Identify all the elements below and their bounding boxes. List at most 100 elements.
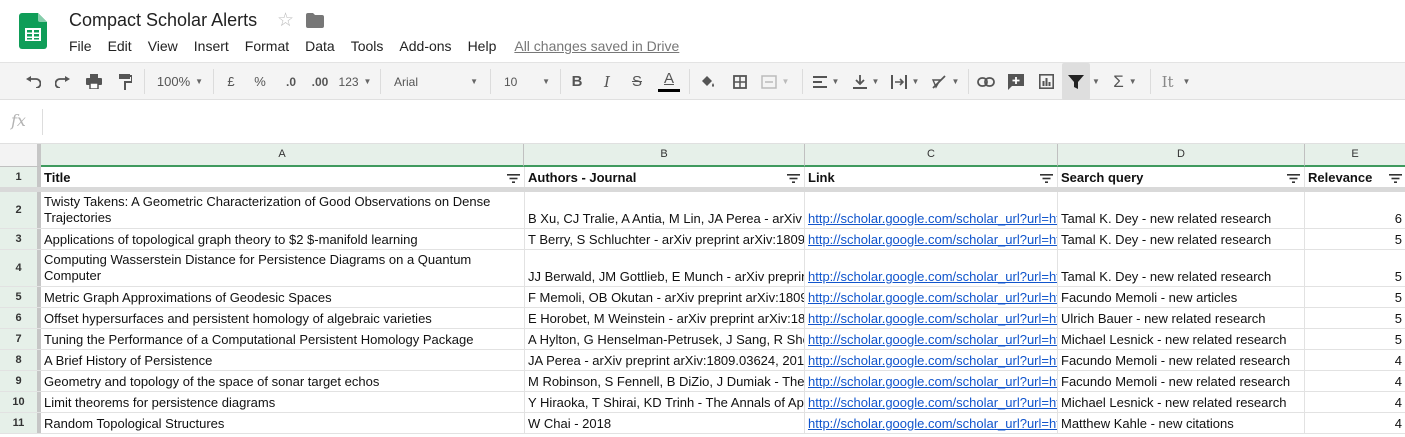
cell-authors[interactable]: T Berry, S Schluchter - arXiv preprint a… xyxy=(525,229,805,249)
menu-data[interactable]: Data xyxy=(297,36,343,56)
row-number[interactable]: 10 xyxy=(0,392,41,412)
cell-title[interactable]: Computing Wasserstein Distance for Persi… xyxy=(41,250,525,286)
cell-query[interactable]: Facundo Memoli - new related research xyxy=(1058,371,1305,391)
input-tools-select[interactable]: It ▼ xyxy=(1157,63,1195,100)
horizontal-align-icon[interactable]: ▼ xyxy=(810,63,842,100)
cell-query[interactable]: Ulrich Bauer - new related research xyxy=(1058,308,1305,328)
row-number[interactable]: 4 xyxy=(0,250,41,286)
cell-query[interactable]: Tamal K. Dey - new related research xyxy=(1058,250,1305,286)
more-formats-select[interactable]: 123 ▼ xyxy=(338,63,372,100)
menu-help[interactable]: Help xyxy=(460,36,505,56)
column-header-d[interactable]: D xyxy=(1058,144,1305,167)
cell-relevance[interactable]: 5 xyxy=(1305,308,1405,328)
filter-list-icon[interactable] xyxy=(1287,174,1300,183)
cell-authors[interactable]: JA Perea - arXiv preprint arXiv:1809.036… xyxy=(525,350,805,370)
redo-icon[interactable] xyxy=(52,63,74,100)
header-cell-link[interactable]: Link xyxy=(805,167,1058,187)
paint-format-icon[interactable] xyxy=(114,63,136,100)
menu-insert[interactable]: Insert xyxy=(186,36,237,56)
zoom-select[interactable]: 100% ▼ xyxy=(152,63,208,100)
cell-link[interactable]: http://scholar.google.com/scholar_url?ur… xyxy=(805,192,1058,228)
filter-list-icon[interactable] xyxy=(1389,174,1402,183)
insert-comment-icon[interactable] xyxy=(1005,63,1027,100)
row-number[interactable]: 5 xyxy=(0,287,41,307)
cell-authors[interactable]: A Hylton, G Henselman-Petrusek, J Sang, … xyxy=(525,329,805,349)
select-all-corner[interactable] xyxy=(0,144,41,167)
cell-query[interactable]: Facundo Memoli - new related research xyxy=(1058,350,1305,370)
row-number[interactable]: 11 xyxy=(0,413,41,433)
cell-relevance[interactable]: 4 xyxy=(1305,350,1405,370)
save-status-link[interactable]: All changes saved in Drive xyxy=(514,36,679,56)
cell-link[interactable]: http://scholar.google.com/scholar_url?ur… xyxy=(805,371,1058,391)
cell-link[interactable]: http://scholar.google.com/scholar_url?ur… xyxy=(805,229,1058,249)
cell-title[interactable]: Offset hypersurfaces and persistent homo… xyxy=(41,308,525,328)
column-header-c[interactable]: C xyxy=(805,144,1058,167)
folder-icon[interactable] xyxy=(306,13,324,28)
percent-button[interactable]: % xyxy=(251,63,269,100)
cell-query[interactable]: Matthew Kahle - new citations xyxy=(1058,413,1305,433)
borders-icon[interactable] xyxy=(730,63,750,100)
vertical-align-icon[interactable]: ▼ xyxy=(850,63,882,100)
cell-query[interactable]: Facundo Memoli - new articles xyxy=(1058,287,1305,307)
sheets-logo-icon[interactable] xyxy=(19,13,47,49)
decrease-decimal-button[interactable]: .0 xyxy=(280,63,302,100)
filter-menu-caret[interactable]: ▼ xyxy=(1090,63,1102,100)
cell-relevance[interactable]: 5 xyxy=(1305,250,1405,286)
italic-button[interactable]: I xyxy=(598,63,616,100)
cell-title[interactable]: Metric Graph Approximations of Geodesic … xyxy=(41,287,525,307)
insert-link-icon[interactable] xyxy=(975,63,997,100)
cell-link[interactable]: http://scholar.google.com/scholar_url?ur… xyxy=(805,308,1058,328)
filter-list-icon[interactable] xyxy=(507,174,520,183)
cell-relevance[interactable]: 5 xyxy=(1305,287,1405,307)
cell-title[interactable]: Random Topological Structures xyxy=(41,413,525,433)
undo-icon[interactable] xyxy=(22,63,44,100)
cell-authors[interactable]: Y Hiraoka, T Shirai, KD Trinh - The Anna… xyxy=(525,392,805,412)
filter-list-icon[interactable] xyxy=(787,174,800,183)
cell-link[interactable]: http://scholar.google.com/scholar_url?ur… xyxy=(805,329,1058,349)
cell-authors[interactable]: M Robinson, S Fennell, B DiZio, J Dumiak… xyxy=(525,371,805,391)
header-cell-title[interactable]: Title xyxy=(41,167,525,187)
cell-title[interactable]: A Brief History of Persistence xyxy=(41,350,525,370)
menu-addons[interactable]: Add-ons xyxy=(391,36,459,56)
filter-list-icon[interactable] xyxy=(1040,174,1053,183)
cell-title[interactable]: Geometry and topology of the space of so… xyxy=(41,371,525,391)
menu-format[interactable]: Format xyxy=(237,36,297,56)
cell-query[interactable]: Michael Lesnick - new related research xyxy=(1058,329,1305,349)
cell-authors[interactable]: E Horobet, M Weinstein - arXiv preprint … xyxy=(525,308,805,328)
cell-relevance[interactable]: 5 xyxy=(1305,329,1405,349)
document-title[interactable]: Compact Scholar Alerts xyxy=(69,10,257,31)
font-family-select[interactable]: Arial ▼ xyxy=(390,63,482,100)
cell-query[interactable]: Tamal K. Dey - new related research xyxy=(1058,192,1305,228)
row-number[interactable]: 3 xyxy=(0,229,41,249)
cell-authors[interactable]: JJ Berwald, JM Gottlieb, E Munch - arXiv… xyxy=(525,250,805,286)
cell-query[interactable]: Tamal K. Dey - new related research xyxy=(1058,229,1305,249)
row-number[interactable]: 6 xyxy=(0,308,41,328)
text-color-button[interactable]: A xyxy=(657,63,681,100)
cell-query[interactable]: Michael Lesnick - new related research xyxy=(1058,392,1305,412)
row-number[interactable]: 7 xyxy=(0,329,41,349)
formula-input[interactable] xyxy=(48,108,1398,136)
menu-view[interactable]: View xyxy=(140,36,186,56)
strikethrough-button[interactable]: S xyxy=(628,63,646,100)
header-cell-query[interactable]: Search query xyxy=(1058,167,1305,187)
row-number[interactable]: 2 xyxy=(0,192,41,228)
text-rotation-icon[interactable]: ▼ xyxy=(928,63,962,100)
star-icon[interactable]: ☆ xyxy=(277,9,294,32)
cell-authors[interactable]: W Chai - 2018 xyxy=(525,413,805,433)
cell-link[interactable]: http://scholar.google.com/scholar_url?ur… xyxy=(805,250,1058,286)
cell-link[interactable]: http://scholar.google.com/scholar_url?ur… xyxy=(805,350,1058,370)
cell-relevance[interactable]: 5 xyxy=(1305,229,1405,249)
column-header-e[interactable]: E xyxy=(1305,144,1405,167)
cell-relevance[interactable]: 4 xyxy=(1305,371,1405,391)
header-cell-authors[interactable]: Authors - Journal xyxy=(525,167,805,187)
menu-file[interactable]: File xyxy=(61,36,100,56)
column-header-a[interactable]: A xyxy=(41,144,524,167)
fill-color-icon[interactable] xyxy=(698,63,718,100)
insert-chart-icon[interactable] xyxy=(1035,63,1057,100)
cell-link[interactable]: http://scholar.google.com/scholar_url?ur… xyxy=(805,413,1058,433)
cell-link[interactable]: http://scholar.google.com/scholar_url?ur… xyxy=(805,392,1058,412)
font-size-select[interactable]: 10 ▼ xyxy=(500,63,554,100)
cell-title[interactable]: Tuning the Performance of a Computationa… xyxy=(41,329,525,349)
increase-decimal-button[interactable]: .00 xyxy=(309,63,331,100)
filter-icon[interactable] xyxy=(1062,63,1090,100)
